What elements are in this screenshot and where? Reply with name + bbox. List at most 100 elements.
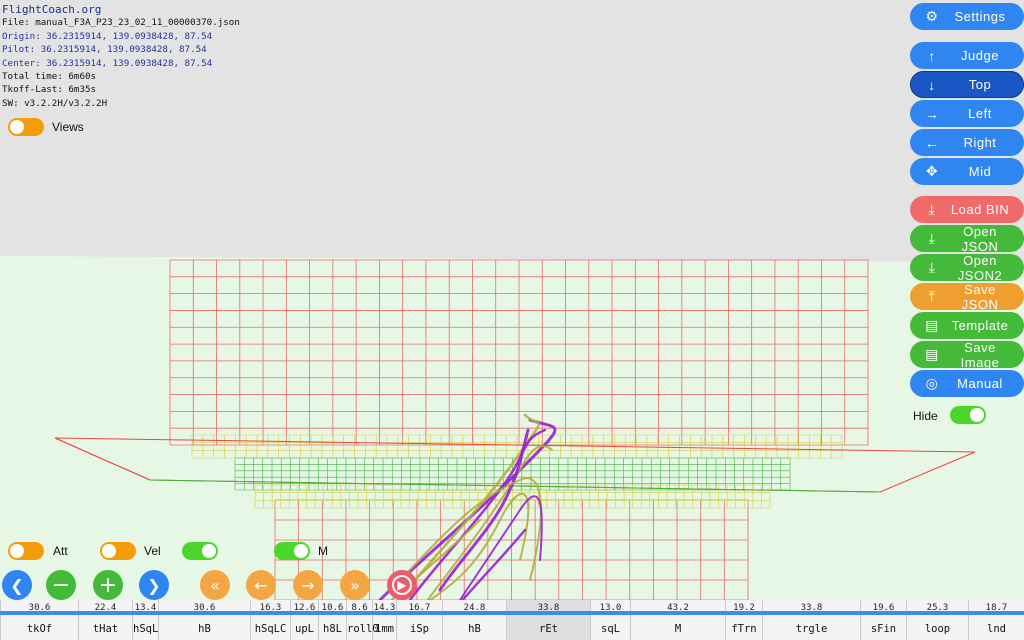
settings-button[interactable]: ⚙ Settings [910,3,1024,30]
open-json-button[interactable]: ⤓ Open JSON [910,224,1024,254]
move-icon: ✥ [925,163,939,179]
arrow-down-icon: ↓ [928,76,936,93]
timeline-track[interactable] [0,611,1024,615]
segment-name: loop [924,623,951,635]
segment-name: sqL [601,623,620,635]
segment-name: iSp [410,623,429,635]
timeline-segment-hsql[interactable]: 13.4 hSqL [132,600,158,640]
segment-name: fTrn [731,623,757,635]
prev-button[interactable]: ❮ [2,570,32,600]
upload-icon: ⤒ [928,288,936,304]
timeline-segment-tkof[interactable]: 30.6 tkOf [0,600,78,640]
segment-name: hSqLC [254,623,287,635]
timeline-segment-1mm[interactable]: 14.3 1mm [372,600,396,640]
arrow-up-icon: ↑ [928,47,936,64]
timeline-segment-trgle[interactable]: 33.8 trgle [762,600,860,640]
timeline-segment-loop[interactable]: 25.3 loop [906,600,968,640]
segment-name: rEt [539,623,558,635]
file-label: File: manual_F3A_P23_23_02_11_00000370.j… [2,17,240,29]
chevron-left-icon: ❮ [10,575,24,595]
open-json2-button[interactable]: ⤓ Open JSON2 [910,253,1024,283]
arrow-right-icon: → [924,105,940,122]
arrow-right-icon: → [301,575,315,595]
gear-icon: ⚙ [925,8,939,24]
left-view-button[interactable]: → Left [910,100,1024,127]
chevron-right-icon: ❯ [147,575,161,595]
arrow-left-icon: ← [924,134,940,151]
total-time-label: Total time: 6m60s [2,71,97,83]
views-toggle[interactable] [8,118,44,136]
segment-name: h8L [323,623,342,635]
next-button[interactable]: ❯ [139,570,169,600]
lifebuoy-icon: ◎ [925,375,939,391]
timeline-segment-ftrn[interactable]: 19.2 fTrn [725,600,762,640]
segment-name: trgle [795,623,828,635]
sw-version-label: SW: v3.2.2H/v3.2.2H [2,97,108,109]
segment-name: upL [295,623,314,635]
pilot-label: Pilot: 36.2315914, 139.0938428, 87.54 [2,44,207,56]
timeline-segment-ret[interactable]: 33.8 rEt [506,600,590,640]
segment-name: sFin [870,623,897,635]
plus-icon: + [98,572,118,598]
att-label: Att [53,544,68,558]
m-label: M [318,544,328,558]
play-icon: ▶ [392,575,412,595]
vel-label: Vel [144,544,161,558]
segment-name: tHat [92,623,119,635]
download-icon: ⤓ [928,259,936,275]
brand-label: FlightCoach.org [2,3,102,16]
download-icon: ⤓ [928,230,936,246]
mid-view-button[interactable]: ✥ Mid [910,158,1024,185]
save-json-button[interactable]: ⤒ Save JSON [910,282,1024,312]
segment-name: hSqL [133,623,159,635]
flight-info-panel: FlightCoach.org File: manual_F3A_P23_23_… [2,3,240,110]
views-label: Views [52,120,84,134]
top-view-button[interactable]: ↓ Top [910,71,1024,98]
zoom-in-button[interactable]: + [93,570,123,600]
timeline-segment-h8l[interactable]: 10.6 h8L [318,600,346,640]
rewind-button[interactable]: « [200,570,230,600]
arrow-left-icon: ← [254,575,268,595]
judge-view-button[interactable]: ↑ Judge [910,42,1024,69]
zoom-out-button[interactable]: − [46,570,76,600]
segment-name: roll0 [347,623,379,635]
right-view-button[interactable]: ← Right [910,129,1024,156]
timeline-segment-m[interactable]: 43.2 M [630,600,725,640]
vel-toggle[interactable] [100,542,136,560]
step-back-button[interactable]: ← [246,570,276,600]
timeline-segment-hsqlc[interactable]: 16.3 hSqLC [250,600,290,640]
maneuver-timeline[interactable]: 30.6 tkOf 22.4 tHat 13.4 hSqL 30.6 hB 16.3 hSqLC 1… [0,600,1024,640]
origin-label: Origin: 36.2315914, 139.0938428, 87.54 [2,30,213,42]
m-toggle[interactable] [274,542,310,560]
segment-name: tkOf [26,623,53,635]
hide-toggle[interactable] [950,406,986,424]
step-forward-button[interactable]: → [293,570,323,600]
att-toggle[interactable] [8,542,44,560]
extra-toggle[interactable] [182,542,218,560]
template-button[interactable]: ▤ Template [910,312,1024,339]
double-left-icon: « [210,575,220,595]
segment-name: hB [468,623,481,635]
double-right-icon: » [350,575,360,595]
timeline-segment-hb[interactable]: 30.6 hB [158,600,250,640]
minus-icon: − [51,572,71,598]
timeline-segment-roll0[interactable]: 8.6 roll0 [346,600,379,640]
document-icon: ▤ [925,346,939,362]
segment-name: M [674,623,682,635]
manual-button[interactable]: ◎ Manual [910,370,1024,397]
load-bin-button[interactable]: ⤓ Load BIN [910,196,1024,223]
timeline-segment-sfin[interactable]: 19.6 sFin [860,600,906,640]
timeline-segment-sql[interactable]: 13.0 sqL [590,600,630,640]
timeline-segment-lnd[interactable]: 18.7 lnd [968,600,1024,640]
timeline-segment-hb[interactable]: 24.8 hB [442,600,506,640]
timeline-segment-upl[interactable]: 12.6 upL [290,600,318,640]
play-button[interactable]: ▶ [387,570,417,600]
save-image-button[interactable]: ▤ Save Image [910,340,1024,370]
timeline-segment-that[interactable]: 22.4 tHat [78,600,132,640]
fast-forward-button[interactable]: » [340,570,370,600]
center-label: Center: 36.2315914, 139.0938428, 87.54 [2,57,213,69]
timeline-segment-isp[interactable]: 16.7 iSp [396,600,442,640]
download-icon: ⤓ [928,201,936,217]
segment-name: lnd [987,623,1006,635]
document-icon: ▤ [925,317,939,333]
